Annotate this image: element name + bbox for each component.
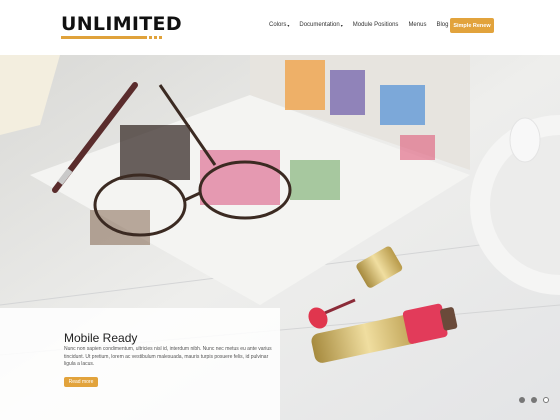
- logo-text: UNLIMITED: [61, 13, 182, 35]
- simple-renew-button[interactable]: Simple Renew: [450, 18, 494, 33]
- slider-dots: [519, 397, 549, 403]
- read-more-button[interactable]: Read more: [64, 377, 98, 387]
- nav-item-label: Module Positions: [352, 22, 399, 28]
- main-nav: Colors ▾ Documentation ▾ Module Position…: [269, 22, 458, 28]
- slider-dot-active[interactable]: [543, 397, 549, 403]
- slider-dot[interactable]: [519, 397, 525, 403]
- site-logo[interactable]: UNLIMITED: [61, 13, 182, 39]
- nav-item-blog[interactable]: Blog: [436, 22, 448, 28]
- nav-item-label: Colors: [269, 22, 287, 28]
- nav-item-menus[interactable]: Menus: [408, 22, 426, 28]
- nav-item-module-positions[interactable]: Module Positions: [353, 22, 399, 28]
- nav-item-documentation[interactable]: Documentation ▾: [299, 22, 342, 28]
- nav-item-label: Menus: [408, 22, 427, 28]
- site-header: UNLIMITED Colors ▾ Documentation ▾ Modul…: [0, 0, 560, 55]
- slide-title: Mobile Ready: [64, 331, 138, 345]
- slider-dot[interactable]: [531, 397, 537, 403]
- nav-item-label: Blog: [436, 22, 449, 28]
- logo-underline: [61, 36, 163, 39]
- nav-item-colors[interactable]: Colors ▾: [269, 22, 289, 28]
- nav-item-label: Documentation: [299, 22, 340, 28]
- slide-description: Nunc non sapien condimentum, ultricies n…: [64, 346, 272, 367]
- chevron-down-icon: ▾: [340, 22, 343, 28]
- chevron-down-icon: ▾: [287, 22, 290, 28]
